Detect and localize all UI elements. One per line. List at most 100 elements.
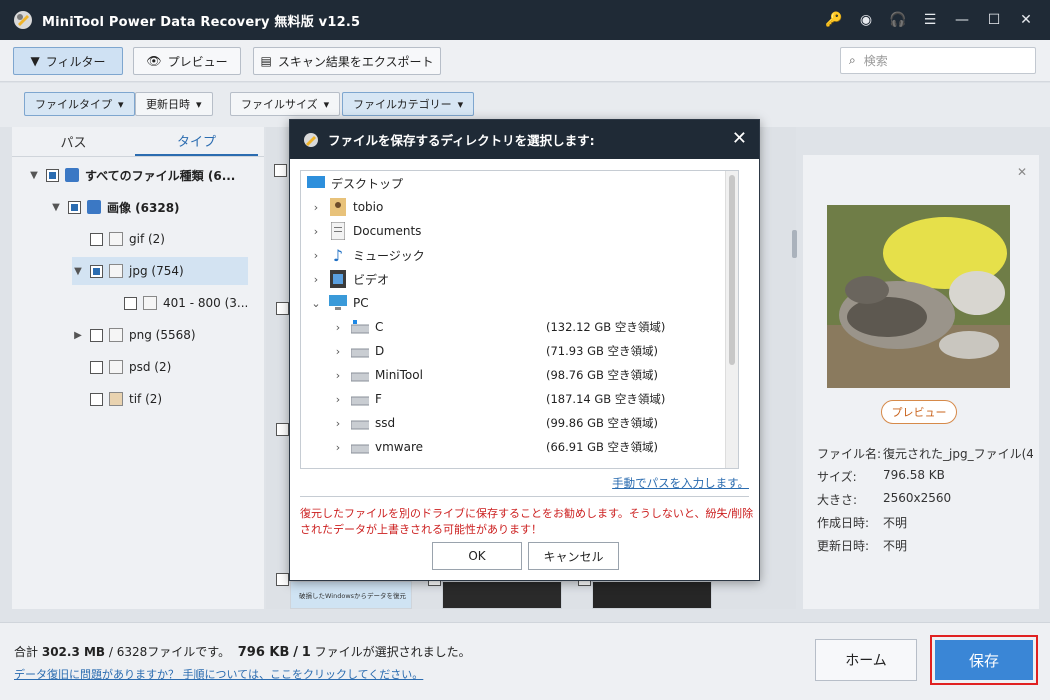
checkbox[interactable] (90, 392, 103, 406)
dir-item-video[interactable]: › ビデオ (301, 267, 726, 291)
checkbox[interactable] (124, 296, 137, 310)
drive-icon (351, 366, 369, 384)
checkbox[interactable] (90, 232, 103, 246)
dir-item-tobio[interactable]: › tobio (301, 195, 726, 219)
tree-item-png[interactable]: ▶ png (5568) (72, 321, 196, 349)
dir-item-music[interactable]: › ♪ ミュージック (301, 243, 726, 267)
funnel-icon: ▼ (30, 54, 40, 68)
chevron-right-icon[interactable]: › (331, 321, 345, 334)
chevron-right-icon[interactable]: › (331, 417, 345, 430)
monitor-icon (65, 168, 79, 182)
drive-icon (351, 438, 369, 456)
tree-item-image[interactable]: ▼ 画像 (6328) (50, 193, 180, 221)
key-icon[interactable]: 🔑 (818, 0, 850, 40)
preview-button[interactable]: 👁 プレビュー (133, 47, 241, 75)
chevron-down-icon[interactable]: ⌄ (309, 297, 323, 310)
overwrite-warning: 復元したファイルを別のドライブに保存することをお勧めします。そうしないと、紛失/… (300, 507, 754, 536)
chevron-right-icon[interactable]: › (309, 225, 323, 238)
checkbox[interactable] (276, 302, 289, 315)
chevron-right-icon[interactable]: › (331, 393, 345, 406)
cancel-button[interactable]: キャンセル (528, 542, 619, 570)
file-type-filter[interactable]: ファイルタイプ ▾ (24, 92, 135, 116)
drive-icon (351, 342, 369, 360)
tree-item-psd[interactable]: psd (2) (72, 353, 171, 381)
headset-icon[interactable]: 🎧 (882, 0, 914, 40)
checkbox[interactable] (276, 573, 289, 586)
filter-button[interactable]: ▼ フィルター (13, 47, 123, 75)
drive-vmware[interactable]: › vmware (66.91 GB 空き領域) (301, 435, 726, 459)
tree-item-jpg[interactable]: ▼ jpg (754) (72, 257, 248, 285)
search-input[interactable]: ⌕ 検索 (840, 47, 1036, 74)
tab-type[interactable]: タイプ (135, 127, 258, 156)
chevron-down-icon[interactable]: ▼ (50, 202, 62, 213)
chevron-right-icon[interactable]: › (331, 369, 345, 382)
disc-icon[interactable]: ◉ (850, 0, 882, 40)
video-icon (329, 270, 347, 288)
drive-f[interactable]: › F (187.14 GB 空き領域) (301, 387, 726, 411)
tif-file-icon (109, 392, 123, 406)
user-folder-icon (329, 198, 347, 216)
jpg-file-icon (109, 264, 123, 278)
tab-path[interactable]: パス (12, 127, 135, 156)
search-icon: ⌕ (849, 53, 856, 67)
checkbox[interactable] (90, 360, 103, 374)
status-bar: 合計 302.3 MB / 6328ファイルです。 796 KB / 1 ファイ… (0, 622, 1050, 700)
home-button[interactable]: ホーム (815, 639, 917, 681)
checkbox[interactable] (276, 423, 289, 436)
chevron-down-icon[interactable]: ▼ (28, 170, 40, 181)
close-icon[interactable]: ✕ (732, 128, 747, 149)
select-all-checkbox[interactable] (274, 164, 287, 177)
preview-button[interactable]: プレビュー (881, 400, 957, 424)
drive-icon (351, 390, 369, 408)
manual-path-link[interactable]: 手動でパスを入力します。 (612, 475, 749, 491)
dialog-title: ファイルを保存するディレクトリを選択します: (328, 133, 595, 148)
file-category-filter[interactable]: ファイルカテゴリー ▾ (342, 92, 475, 116)
help-link[interactable]: データ復旧に問題がありますか？ 手順については、ここをクリックしてください。 (14, 666, 423, 682)
menu-icon[interactable]: ☰ (914, 0, 946, 40)
checkbox[interactable] (90, 264, 103, 278)
drive-ssd[interactable]: › ssd (99.86 GB 空き領域) (301, 411, 726, 435)
file-thumbnail[interactable]: 破損したWindowsからデータを復元 (290, 581, 412, 609)
file-size-filter[interactable]: ファイルサイズ ▾ (230, 92, 341, 116)
info-dimensions: 大きさ: 2560x2560 (817, 491, 952, 507)
dialog-header: ファイルを保存するディレクトリを選択します: (290, 120, 759, 159)
checkbox[interactable] (68, 200, 81, 214)
export-scan-button[interactable]: ▤ スキャン結果をエクスポート (253, 47, 441, 75)
modified-date-filter[interactable]: 更新日時 ▾ (135, 92, 213, 116)
save-button[interactable]: 保存 (930, 635, 1038, 685)
app-logo-icon (14, 11, 32, 29)
tree-item-tif[interactable]: tif (2) (72, 385, 162, 413)
grid-scrollbar[interactable] (792, 230, 797, 258)
eye-icon: 👁 (146, 54, 162, 68)
dir-item-pc[interactable]: ⌄ PC (301, 291, 726, 315)
file-thumbnail[interactable] (442, 581, 562, 609)
tree-item-gif[interactable]: gif (2) (72, 225, 165, 253)
chevron-right-icon[interactable]: › (331, 441, 345, 454)
tree-item-all[interactable]: ▼ すべてのファイル種類 (6... (28, 161, 235, 189)
chevron-right-icon[interactable]: › (309, 249, 323, 262)
minimize-icon[interactable]: — (946, 0, 978, 40)
drive-icon (351, 414, 369, 432)
tree-item-range[interactable]: 401 - 800 (3... (106, 289, 248, 317)
checkbox[interactable] (90, 328, 103, 342)
maximize-icon[interactable]: ☐ (978, 0, 1010, 40)
chevron-right-icon[interactable]: › (309, 273, 323, 286)
dir-item-documents[interactable]: › Documents (301, 219, 726, 243)
chevron-right-icon[interactable]: › (309, 201, 323, 214)
ok-button[interactable]: OK (432, 542, 522, 570)
drive-minitool[interactable]: › MiniTool (98.76 GB 空き領域) (301, 363, 726, 387)
close-icon[interactable]: ✕ (1010, 0, 1042, 40)
file-thumbnail[interactable] (592, 581, 712, 609)
tree-scrollbar[interactable] (725, 171, 738, 468)
drive-c[interactable]: › C (132.12 GB 空き領域) (301, 315, 726, 339)
left-pane: パス タイプ ▼ すべてのファイル種類 (6... ▼ 画像 (6328) gi… (12, 127, 264, 609)
checkbox[interactable] (46, 168, 59, 182)
close-preview-icon[interactable]: ✕ (1017, 165, 1027, 179)
pc-icon (329, 294, 347, 312)
chevron-down-icon[interactable]: ▼ (72, 266, 84, 277)
dir-item-desktop[interactable]: デスクトップ (301, 171, 726, 195)
chevron-right-icon[interactable]: ▶ (72, 330, 84, 341)
chevron-right-icon[interactable]: › (331, 345, 345, 358)
image-icon (87, 200, 101, 214)
drive-d[interactable]: › D (71.93 GB 空き領域) (301, 339, 726, 363)
